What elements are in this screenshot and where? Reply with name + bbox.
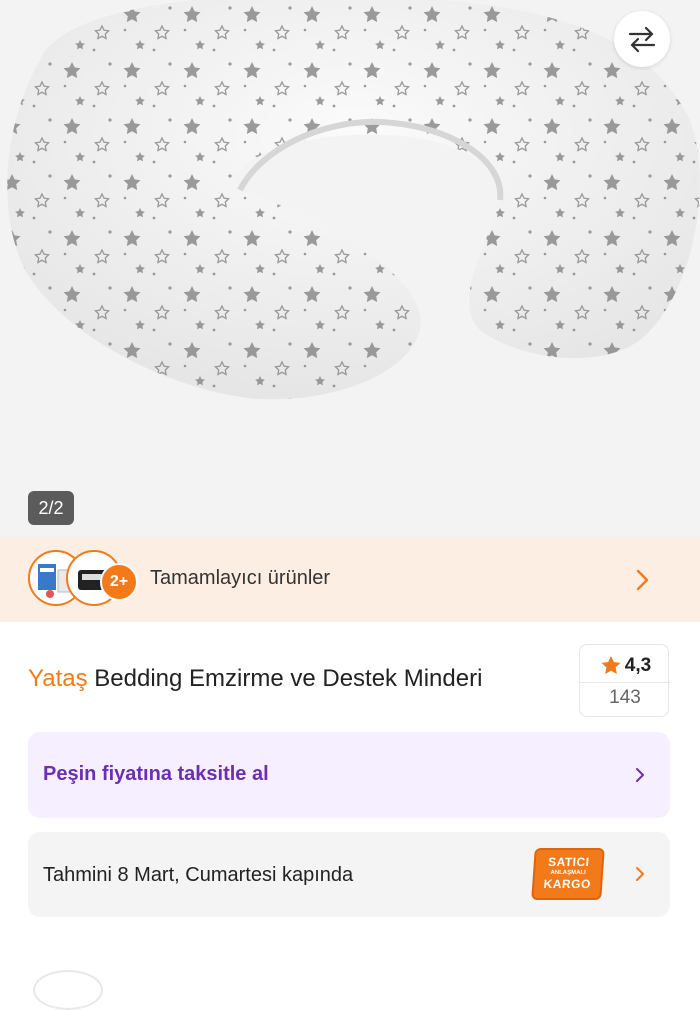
installment-card[interactable]: Peşin fiyatına taksitle al <box>28 732 670 818</box>
more-count-badge: 2+ <box>100 563 138 601</box>
delivery-estimate: Tahmini 8 Mart, Cumartesi kapında <box>43 864 354 886</box>
product-title: Yataş Bedding Emzirme ve Destek Minderi <box>28 665 482 693</box>
complementary-thumbnails: 2+ <box>28 550 138 610</box>
complementary-label: Tamamlayıcı ürünler <box>150 567 331 589</box>
complementary-products-banner[interactable]: 2+ Tamamlayıcı ürünler <box>0 537 700 622</box>
rating-value: 4,3 <box>624 655 652 676</box>
badge-line-2: ANLAŞMALI <box>550 870 586 876</box>
rating-divider <box>580 682 670 683</box>
badge-line-1: SATICI <box>547 855 591 869</box>
chevron-right-icon <box>636 867 644 881</box>
product-name: Bedding Emzirme ve Destek Minderi <box>94 665 483 692</box>
rating-box[interactable]: 4,3 143 <box>579 644 670 717</box>
review-count: 143 <box>609 687 641 708</box>
star-icon <box>601 656 621 674</box>
badge-line-3: KARGO <box>543 877 592 891</box>
swap-arrows-icon <box>628 26 656 53</box>
swap-view-button[interactable] <box>614 11 670 67</box>
chevron-right-icon[interactable] <box>632 568 652 592</box>
seller-shipping-badge: SATICI ANLAŞMALI KARGO <box>531 848 605 900</box>
image-counter: 2/2 <box>28 491 74 525</box>
delivery-card[interactable]: Tahmini 8 Mart, Cumartesi kapında SATICI… <box>28 832 670 917</box>
brand-link[interactable]: Yataş <box>28 665 88 692</box>
installment-label: Peşin fiyatına taksitle al <box>43 763 269 785</box>
chevron-right-icon <box>636 768 644 782</box>
product-image <box>0 0 700 537</box>
rating-summary: 4,3 <box>580 651 670 681</box>
product-image-gallery[interactable]: 2/2 <box>0 0 700 537</box>
next-section-peek <box>33 970 103 1010</box>
